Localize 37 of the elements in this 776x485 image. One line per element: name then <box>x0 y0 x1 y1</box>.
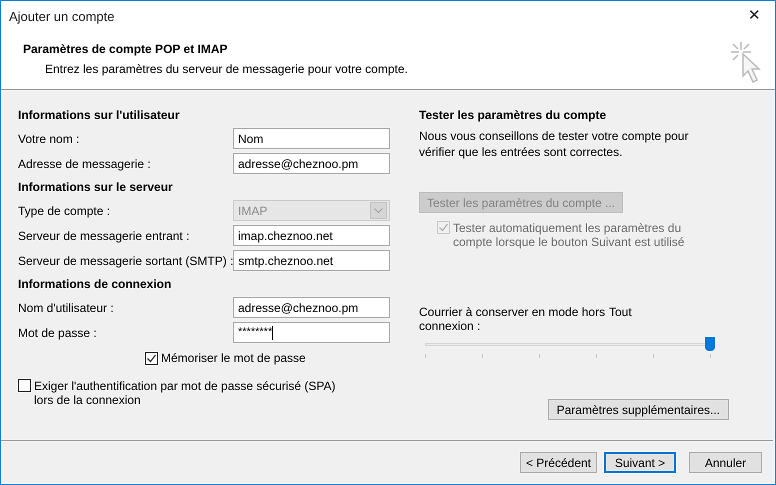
dialog-button[interactable]: Annuler <box>689 452 762 473</box>
cursor-click-icon <box>729 40 763 86</box>
close-icon[interactable]: ✕ <box>748 5 761 28</box>
checkbox-label: Mémoriser le mot de passe <box>161 350 306 367</box>
section-heading: Informations sur le serveur <box>18 179 174 196</box>
field-label: Type de compte : <box>18 202 110 220</box>
checkbox-label: Tester automatiquement les paramètres du compte lorsque le bouton Suivant est utilisé <box>453 221 686 249</box>
text-field[interactable]: adresse@cheznoo.pm <box>233 153 390 174</box>
checkbox[interactable] <box>18 379 31 392</box>
checkbox[interactable] <box>145 352 158 364</box>
text-field[interactable]: Nom <box>233 128 390 149</box>
field-label: Serveur de messagerie sortant (SMTP) : <box>18 252 234 270</box>
field-label: Adresse de messagerie : <box>18 156 151 172</box>
slider-thumb[interactable] <box>705 337 715 351</box>
page-subtitle: Entrez les paramètres du serveur de messagerie pour votre compte. <box>44 61 408 78</box>
password-field[interactable]: ******** <box>233 322 390 343</box>
test-description: Nous vous conseillons de tester votre compte pour vérifier que les entrées sont correctes. <box>419 128 690 160</box>
more-settings-button[interactable]: Paramètres supplémentaires... <box>548 399 729 420</box>
field-label: Serveur de messagerie entrant : <box>18 228 190 244</box>
section-heading: Informations sur l'utilisateur <box>18 107 181 124</box>
section-heading: Informations de connexion <box>18 276 172 293</box>
dialog-button[interactable]: < Précédent <box>520 452 597 473</box>
window-title: Ajouter un compte <box>9 8 115 26</box>
text-field[interactable]: adresse@cheznoo.pm <box>233 297 390 318</box>
dialog-button[interactable]: Suivant > <box>604 452 676 473</box>
page-title: Paramètres de compte POP et IMAP <box>23 41 229 58</box>
text-field[interactable]: imap.cheznoo.net <box>233 225 390 246</box>
field-label: Votre nom : <box>18 130 80 148</box>
section-heading: Tester les paramètres du compte <box>419 107 608 124</box>
checkbox-label: Exiger l'authentification par mot de passe sécurisé (SPA) lors de la connexion <box>34 379 337 407</box>
slider-reading: Tout <box>609 305 632 319</box>
field-label: Mot de passe : <box>18 324 97 342</box>
field-label: Nom d'utilisateur : <box>18 300 114 316</box>
chevron-icon <box>370 202 387 219</box>
text-field[interactable]: smtp.cheznoo.net <box>233 250 390 271</box>
offline-mail-label: Courrier à conserver en mode hors connexion : <box>419 305 606 333</box>
text-cursor <box>272 326 274 340</box>
